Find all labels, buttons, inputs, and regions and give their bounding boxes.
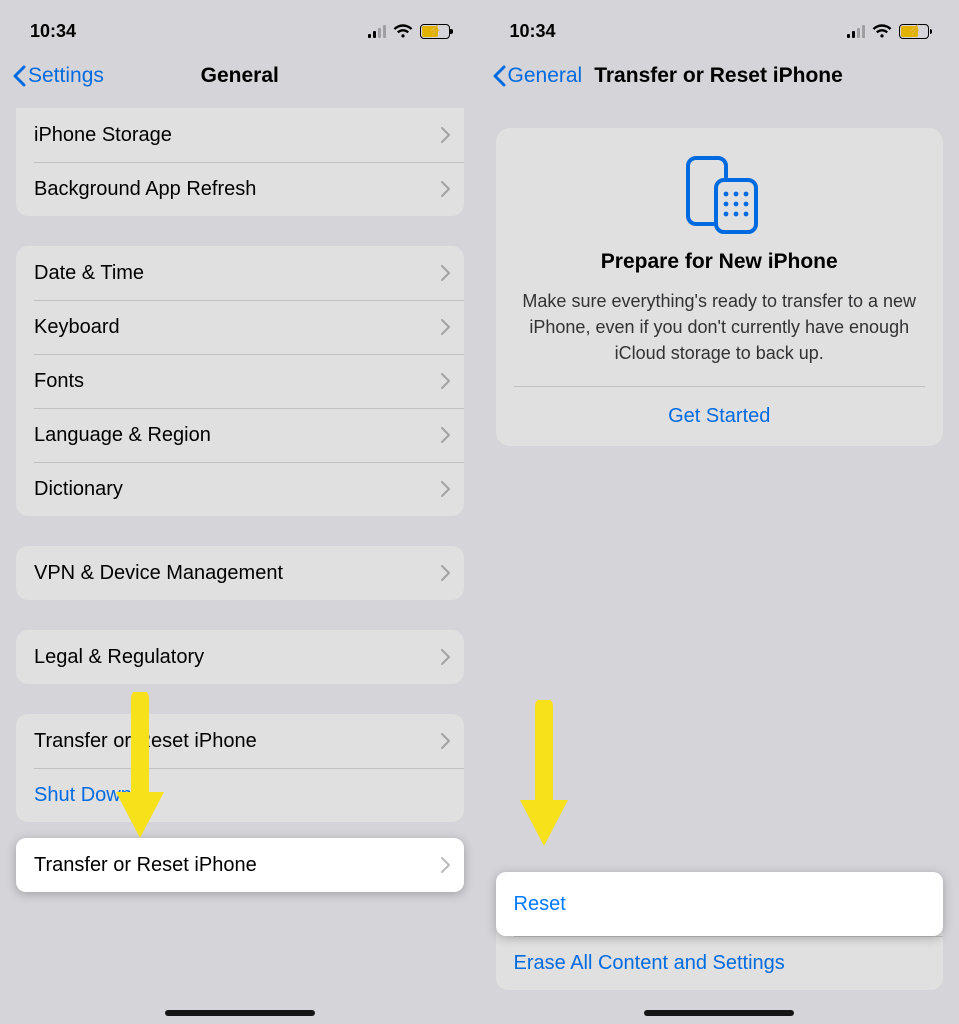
row-keyboard[interactable]: Keyboard [16, 300, 464, 354]
chevron-right-icon [440, 265, 450, 281]
card-body: Make sure everything's ready to transfer… [514, 288, 926, 386]
nav-bar: General Transfer or Reset iPhone [480, 52, 959, 100]
status-bar: 10:34 ⚡ [480, 0, 959, 52]
chevron-right-icon [440, 181, 450, 197]
chevron-right-icon [440, 857, 450, 873]
back-button[interactable]: Settings [6, 64, 110, 88]
row-dictionary[interactable]: Dictionary [16, 462, 464, 516]
home-indicator[interactable] [644, 1010, 794, 1016]
devices-icon [514, 154, 926, 236]
chevron-right-icon [440, 733, 450, 749]
status-right: ⚡ [847, 24, 929, 39]
row-shut-down[interactable]: Shut Down [16, 768, 464, 822]
status-time: 10:34 [510, 21, 556, 42]
row-erase-all[interactable]: Erase All Content and Settings [496, 936, 944, 990]
chevron-right-icon [440, 427, 450, 443]
row-date-time[interactable]: Date & Time [16, 246, 464, 300]
annotation-arrow-icon [514, 700, 574, 850]
group-general: Date & Time Keyboard Fonts Language & Re… [16, 246, 464, 516]
row-background-app-refresh[interactable]: Background App Refresh [16, 162, 464, 216]
chevron-right-icon [440, 481, 450, 497]
screen-general: 10:34 ⚡ Settings General iPhone Storage … [0, 0, 480, 1024]
chevron-left-icon [492, 65, 506, 87]
status-time: 10:34 [30, 21, 76, 42]
chevron-right-icon [440, 373, 450, 389]
wifi-icon [393, 24, 413, 39]
prepare-card: Prepare for New iPhone Make sure everyth… [496, 128, 944, 446]
chevron-left-icon [12, 65, 26, 87]
status-bar: 10:34 ⚡ [0, 0, 480, 52]
get-started-button[interactable]: Get Started [514, 387, 926, 446]
battery-charging-icon: ⚡ [420, 24, 450, 39]
chevron-right-icon [440, 565, 450, 581]
group-reset: Transfer or Reset iPhone Shut Down [16, 714, 464, 822]
cellular-icon [847, 25, 865, 38]
row-reset[interactable]: Reset [496, 872, 944, 936]
back-label: General [508, 64, 583, 88]
row-language-region[interactable]: Language & Region [16, 408, 464, 462]
back-button[interactable]: General [486, 64, 589, 88]
row-iphone-storage[interactable]: iPhone Storage [16, 108, 464, 162]
row-legal-regulatory[interactable]: Legal & Regulatory [16, 630, 464, 684]
back-label: Settings [28, 64, 104, 88]
row-transfer-or-reset[interactable]: Transfer or Reset iPhone [16, 838, 464, 892]
chevron-right-icon [440, 319, 450, 335]
status-right: ⚡ [368, 24, 450, 39]
wifi-icon [872, 24, 892, 39]
cellular-icon [368, 25, 386, 38]
group-storage: iPhone Storage Background App Refresh [16, 108, 464, 216]
battery-charging-icon: ⚡ [899, 24, 929, 39]
row-transfer-or-reset-placeholder[interactable]: Transfer or Reset iPhone [16, 714, 464, 768]
settings-list[interactable]: iPhone Storage Background App Refresh Da… [0, 108, 480, 822]
page-title: Transfer or Reset iPhone [594, 64, 843, 88]
chevron-right-icon [440, 127, 450, 143]
screen-transfer-or-reset: 10:34 ⚡ General Transfer or Reset iPhone [480, 0, 959, 1024]
row-fonts[interactable]: Fonts [16, 354, 464, 408]
row-vpn-device-management[interactable]: VPN & Device Management [16, 546, 464, 600]
group-legal: Legal & Regulatory [16, 630, 464, 684]
card-title: Prepare for New iPhone [514, 250, 926, 274]
chevron-right-icon [440, 649, 450, 665]
group-vpn: VPN & Device Management [16, 546, 464, 600]
home-indicator[interactable] [165, 1010, 315, 1016]
nav-bar: Settings General [0, 52, 480, 100]
